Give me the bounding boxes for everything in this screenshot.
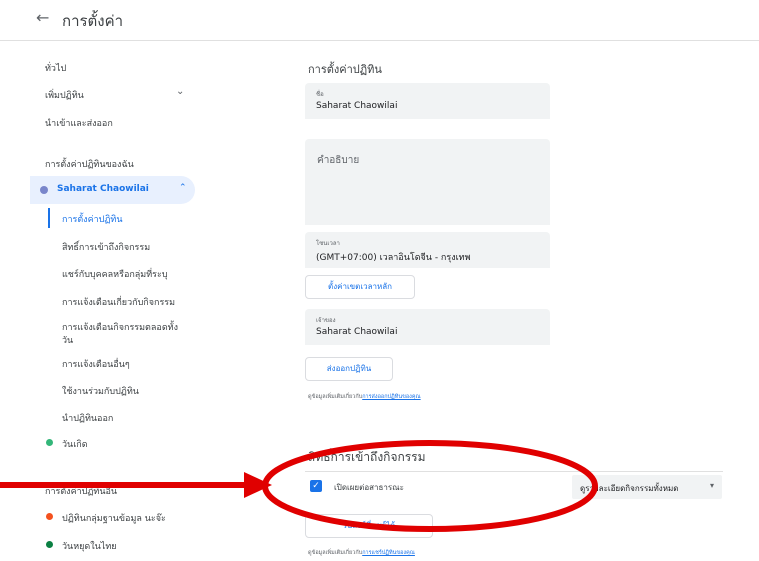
- visibility-dropdown[interactable]: ดูรายละเอียดกิจกรรมทั้งหมด ▾: [572, 475, 722, 499]
- sidebar-sub-other-notifications[interactable]: การแจ้งเตือนอื่นๆ: [62, 357, 130, 371]
- sidebar-item-general[interactable]: ทั่วไป: [45, 61, 66, 75]
- sidebar-header-my-calendars: การตั้งค่าปฏิทินของฉัน: [45, 160, 134, 170]
- timezone-label: โซนเวลา: [316, 240, 340, 247]
- owner-value: Saharat Chaowilai: [316, 327, 398, 337]
- sidebar-sub-access-permissions[interactable]: สิทธิ์การเข้าถึงกิจกรรม: [62, 240, 150, 254]
- page-title: การตั้งค่า: [62, 12, 124, 30]
- timezone-value: (GMT+07:00) เวลาอินโดจีน - กรุงเทพ: [316, 253, 471, 263]
- holidays-color-dot: [46, 541, 53, 548]
- sidebar-sub-share-people[interactable]: แชร์กับบุคคลหรือกลุ่มที่ระบุ: [62, 267, 168, 281]
- sidebar-item-birthday[interactable]: วันเกิด: [62, 437, 88, 451]
- top-bar: ← การตั้งค่า: [0, 0, 759, 41]
- make-public-checkbox[interactable]: ✓: [310, 480, 322, 492]
- sidebar-item-thai-holidays[interactable]: วันหยุดในไทย: [62, 539, 117, 553]
- export-calendar-button[interactable]: ส่งออกปฏิทิน: [305, 357, 393, 381]
- make-public-label: เปิดเผยต่อสาธารณะ: [334, 483, 404, 492]
- export-note: ดูข้อมูลเพิ่มเติมเกี่ยวกับการส่งออกปฏิทิ…: [308, 394, 421, 400]
- sidebar-sub-allday-notifications-cont[interactable]: วัน: [62, 333, 73, 347]
- sidebar-item-selected-calendar[interactable]: Saharat Chaowilai ⌃: [30, 176, 195, 204]
- sidebar-sub-allday-notifications[interactable]: การแจ้งเตือนกิจกรรมตลอดทั้ง: [62, 320, 178, 334]
- birthday-color-dot: [46, 439, 53, 446]
- export-learn-more-link[interactable]: การส่งออกปฏิทินของคุณ: [362, 394, 420, 400]
- owner-field: เจ้าของ Saharat Chaowilai: [305, 309, 550, 345]
- sidebar-item-import-export[interactable]: นำเข้าและส่งออก: [45, 116, 113, 130]
- calendar-color-dot: [40, 186, 48, 194]
- active-indicator: [48, 208, 50, 228]
- sidebar-sub-calendar-settings[interactable]: การตั้งค่าปฏิทิน: [62, 212, 123, 226]
- description-placeholder: คำอธิบาย: [317, 155, 360, 166]
- sidebar-sub-remove-calendar[interactable]: นำปฏิทินออก: [62, 411, 113, 425]
- name-value: Saharat Chaowilai: [316, 101, 398, 111]
- share-note: ดูข้อมูลเพิ่มเติมเกี่ยวกับการแชร์ปฏิทินข…: [308, 550, 415, 556]
- sidebar-sub-event-notifications[interactable]: การแจ้งเตือนเกี่ยวกับกิจกรรม: [62, 295, 175, 309]
- visibility-value: ดูรายละเอียดกิจกรรมทั้งหมด: [580, 484, 679, 493]
- owner-label: เจ้าของ: [316, 317, 336, 324]
- group-calendar-color-dot: [46, 513, 53, 520]
- share-learn-more-link[interactable]: การแชร์ปฏิทินของคุณ: [362, 550, 415, 556]
- name-field[interactable]: ชื่อ Saharat Chaowilai: [305, 83, 550, 119]
- get-shareable-link-button[interactable]: รับลิงก์ที่แชร์ได้: [305, 514, 433, 538]
- arrow-left-icon[interactable]: ←: [36, 8, 49, 27]
- selected-calendar-label: Saharat Chaowilai: [57, 184, 149, 194]
- chevron-up-icon[interactable]: ⌃: [179, 183, 187, 193]
- sidebar-sub-integrate-calendar[interactable]: ใช้งานร่วมกับปฏิทิน: [62, 384, 139, 398]
- dropdown-arrow-icon: ▾: [710, 481, 715, 490]
- name-label: ชื่อ: [316, 91, 324, 98]
- description-field[interactable]: คำอธิบาย: [305, 139, 550, 225]
- annotation-arrow: [0, 472, 272, 498]
- divider: [305, 471, 723, 472]
- set-primary-timezone-button[interactable]: ตั้งค่าเขตเวลาหลัก: [305, 275, 415, 299]
- sidebar-item-add-calendar[interactable]: เพิ่มปฏิทิน: [45, 88, 84, 102]
- access-permissions-title: สิทธิ์การเข้าถึงกิจกรรม: [308, 450, 426, 464]
- timezone-field[interactable]: โซนเวลา (GMT+07:00) เวลาอินโดจีน - กรุงเ…: [305, 232, 550, 268]
- chevron-down-icon[interactable]: ⌄: [176, 86, 184, 97]
- calendar-settings-title: การตั้งค่าปฏิทิน: [308, 63, 382, 76]
- sidebar-item-group-calendar[interactable]: ปฏิทินกลุ่มฐานข้อมูล นะจ๊ะ: [62, 511, 166, 525]
